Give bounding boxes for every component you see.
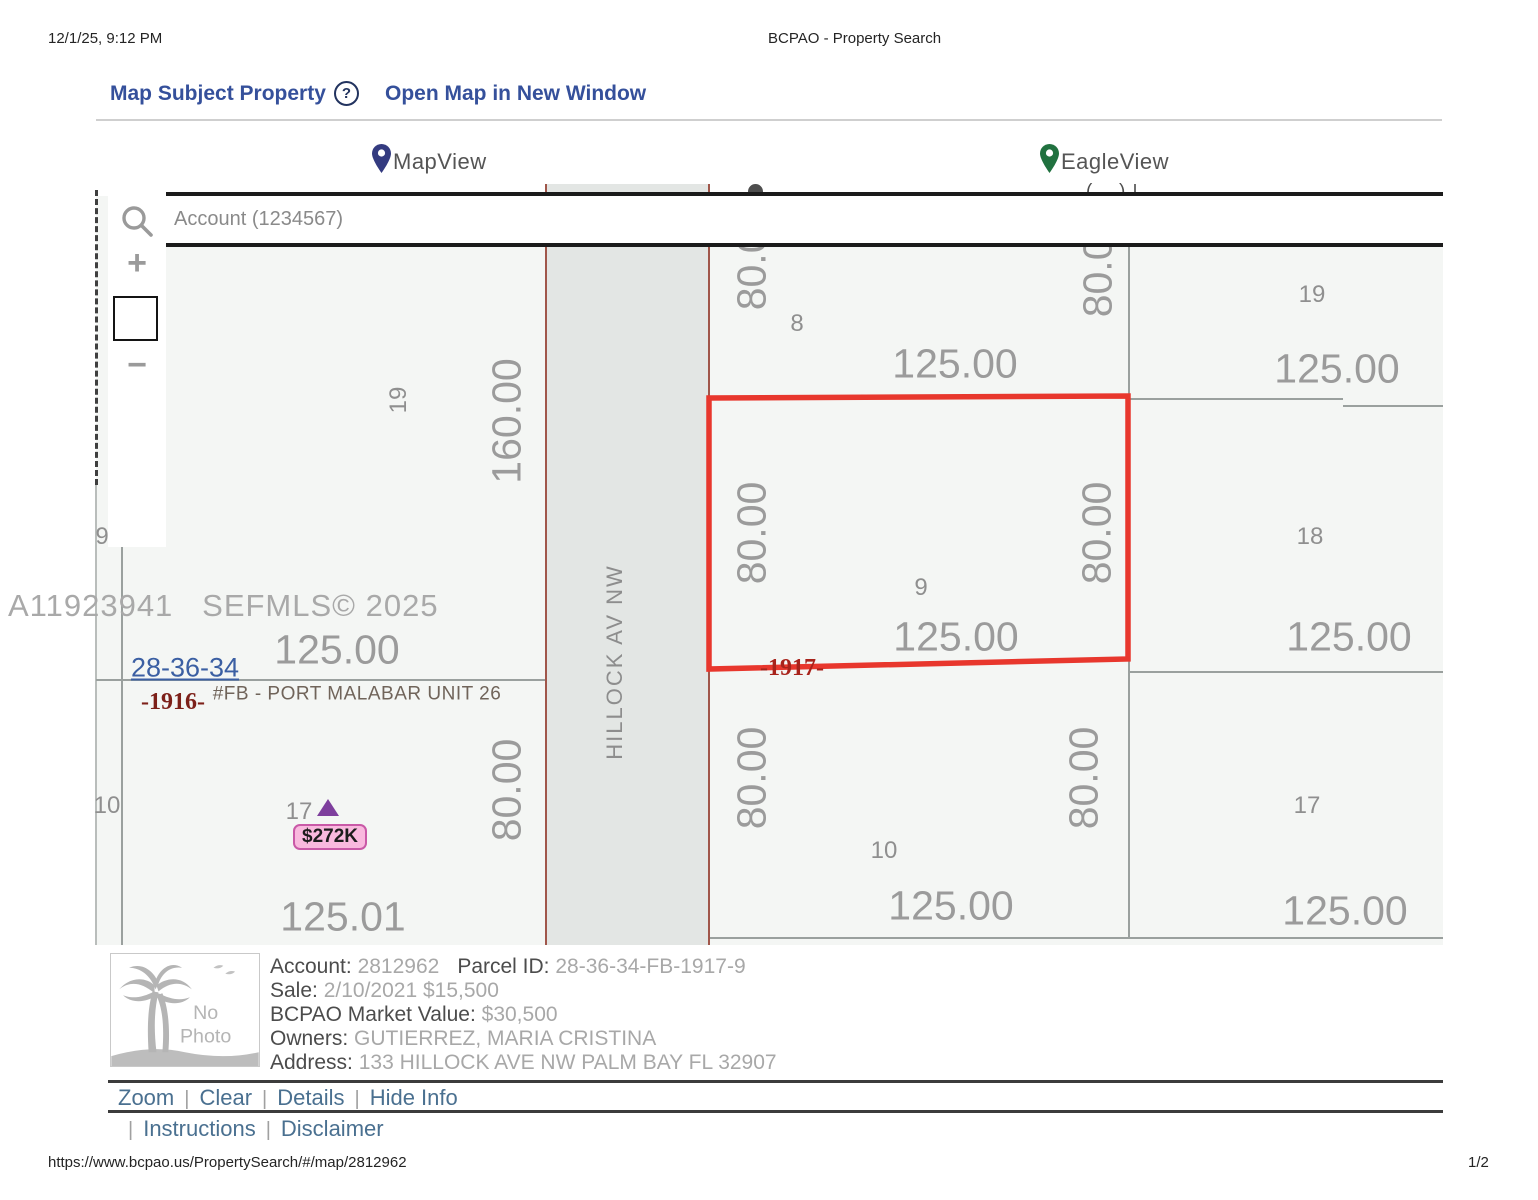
link-zoom[interactable]: Zoom — [118, 1085, 174, 1110]
link-instructions[interactable]: Instructions — [143, 1116, 256, 1141]
map-left-dashed-edge — [95, 190, 98, 485]
info-value: 133 HILLOCK AVE NW PALM BAY FL 32907 — [359, 1051, 777, 1074]
extent-box-tool[interactable] — [113, 296, 158, 341]
link-clear[interactable]: Clear — [199, 1085, 252, 1110]
print-page-number: 1/2 — [1468, 1154, 1489, 1171]
map-controls-panel: + − — [108, 190, 166, 547]
info-row: Sale: 2/10/2021 $15,500 — [270, 979, 1170, 1003]
street-strip — [546, 184, 709, 945]
parcel-line — [121, 547, 123, 945]
no-photo-thumbnail: No Photo — [110, 953, 260, 1067]
info-row: Address: 133 HILLOCK AVE NW PALM BAY FL … — [270, 1051, 1170, 1075]
info-label: Sale: — [270, 979, 324, 1002]
page: 12/1/25, 9:12 PM BCPAO - Property Search… — [0, 0, 1538, 1200]
footer-divider — [108, 1080, 1443, 1083]
sale-price-badge[interactable]: $272K — [293, 824, 367, 850]
link-separator: | — [184, 1088, 189, 1110]
parcel-line — [1128, 246, 1130, 938]
parcel-line — [710, 937, 1443, 939]
parcel-line — [1129, 671, 1443, 673]
parcel-line — [1129, 398, 1343, 400]
map-help-links: | Instructions | Disclaimer — [118, 1116, 384, 1142]
zoom-out-button[interactable]: − — [108, 350, 166, 380]
link-disclaimer[interactable]: Disclaimer — [281, 1116, 384, 1141]
search-icon[interactable] — [120, 204, 154, 238]
print-url: https://www.bcpao.us/PropertySearch/#/ma… — [48, 1154, 407, 1171]
info-value: 2/10/2021 $15,500 — [324, 979, 499, 1002]
street-edge-line — [708, 184, 710, 945]
link-separator: | — [354, 1088, 359, 1110]
parcel-info-panel: Account: 2812962 Parcel ID: 28-36-34-FB-1… — [270, 955, 1170, 1075]
parcel-line — [1343, 405, 1443, 407]
info-value: GUTIERREZ, MARIA CRISTINA — [354, 1027, 656, 1050]
link-separator: | — [128, 1119, 133, 1141]
info-row: Account: 2812962 Parcel ID: 28-36-34-FB-1… — [270, 955, 1170, 979]
link-separator: | — [266, 1119, 271, 1141]
info-label: Owners: — [270, 1027, 354, 1050]
section-link[interactable]: 28-36-34 — [131, 655, 239, 682]
info-row: BCPAO Market Value: $30,500 — [270, 1003, 1170, 1027]
sale-marker-icon — [317, 799, 339, 816]
info-value: $30,500 — [482, 1003, 558, 1026]
map-search-bar — [166, 192, 1443, 247]
info-value: 2812962 — [358, 955, 440, 978]
info-label: Account: — [270, 955, 358, 978]
footer-divider — [108, 1110, 1443, 1113]
info-row: Owners: GUTIERREZ, MARIA CRISTINA — [270, 1027, 1170, 1051]
zoom-in-button[interactable]: + — [108, 248, 166, 278]
info-label: Parcel ID: — [457, 955, 555, 978]
info-label: BCPAO Market Value: — [270, 1003, 482, 1026]
info-value: 28-36-34-FB-1917-9 — [555, 955, 745, 978]
link-details[interactable]: Details — [277, 1085, 344, 1110]
info-label: Address: — [270, 1051, 359, 1074]
account-search-input[interactable] — [174, 196, 874, 243]
no-photo-text: No — [193, 1002, 218, 1024]
map-action-links: Zoom | Clear | Details | Hide Info — [118, 1085, 458, 1111]
svg-text:Photo: Photo — [180, 1025, 231, 1047]
link-hide-info[interactable]: Hide Info — [370, 1085, 458, 1110]
street-edge-line — [545, 184, 547, 945]
link-separator: | — [262, 1088, 267, 1110]
map-left-edge — [95, 485, 97, 945]
